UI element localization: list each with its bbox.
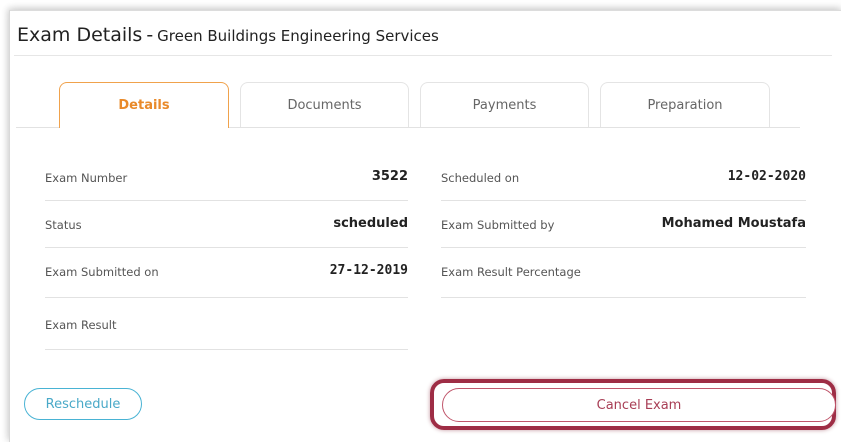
detail-row-result-percentage: Exam Result Percentage xyxy=(441,248,806,298)
detail-row-submitted-on: Exam Submitted on 27-12-2019 xyxy=(45,248,408,298)
detail-row-submitted-by: Exam Submitted by Mohamed Moustafa xyxy=(441,201,806,248)
page-subtitle: Green Buildings Engineering Services xyxy=(157,27,439,45)
detail-row-status: Status scheduled xyxy=(45,201,408,248)
page-title-main: Exam Details xyxy=(17,24,143,46)
page-title: Exam Details - Green Buildings Engineering… xyxy=(17,24,439,46)
tab-payments[interactable]: Payments xyxy=(420,82,589,127)
detail-row-scheduled-on: Scheduled on 12-02-2020 xyxy=(441,154,806,201)
cancel-exam-button[interactable]: Cancel Exam xyxy=(442,388,836,422)
detail-row-exam-number: Exam Number 3522 xyxy=(45,154,408,201)
detail-value: 3522 xyxy=(371,169,408,184)
detail-label: Exam Result Percentage xyxy=(441,265,581,279)
tab-details[interactable]: Details xyxy=(59,82,229,128)
detail-label: Exam Number xyxy=(45,171,128,185)
reschedule-button[interactable]: Reschedule xyxy=(24,388,142,420)
title-separator: - xyxy=(146,24,154,46)
title-divider xyxy=(14,55,832,56)
tab-documents[interactable]: Documents xyxy=(240,82,409,127)
detail-value: 27-12-2019 xyxy=(329,263,408,278)
detail-label: Exam Result xyxy=(45,318,117,332)
detail-label: Status xyxy=(45,218,82,232)
detail-label: Exam Submitted on xyxy=(45,265,159,279)
detail-value: Mohamed Moustafa xyxy=(661,216,806,231)
detail-label: Scheduled on xyxy=(441,171,520,185)
tab-preparation[interactable]: Preparation xyxy=(600,82,770,127)
detail-value: 12-02-2020 xyxy=(727,169,806,184)
detail-value: scheduled xyxy=(333,216,408,231)
detail-label: Exam Submitted by xyxy=(441,218,555,232)
detail-row-exam-result: Exam Result xyxy=(45,298,408,350)
tab-bar: Details Documents Payments Preparation xyxy=(16,82,800,128)
